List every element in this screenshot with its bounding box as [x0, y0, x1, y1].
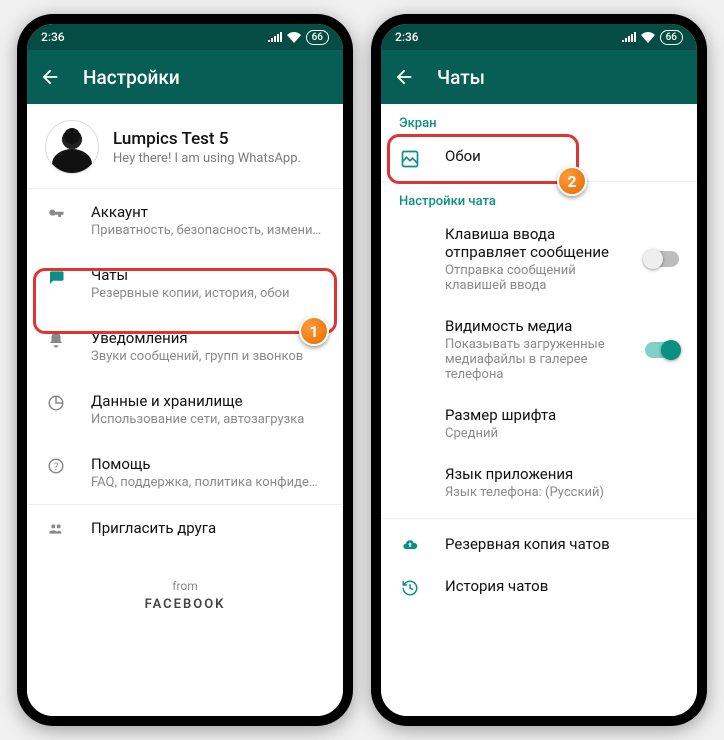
chats-item-backup[interactable]: Резервная копия чатов: [381, 519, 697, 565]
profile-name: Lumpics Test 5: [113, 129, 301, 149]
item-label: Видимость медиа: [445, 317, 621, 335]
switch-media-visibility[interactable]: [645, 342, 679, 358]
chats-item-media-visibility[interactable]: Видимость медиа Показывать загруженные м…: [381, 305, 697, 394]
bell-icon: [45, 329, 67, 349]
item-label: Чаты: [91, 266, 325, 284]
item-label: Помощь: [91, 455, 325, 473]
settings-item-invite[interactable]: Пригласить друга: [27, 505, 343, 551]
chats-item-language[interactable]: Язык приложения Язык телефона: (Русский): [381, 453, 697, 512]
app-bar: Чаты: [381, 50, 697, 104]
screen-right: 2:36 66 Чаты Экран Обои Настройки чата: [381, 24, 697, 716]
item-sub: Приватность, безопасность, изменить номе…: [91, 223, 325, 238]
page-title: Настройки: [83, 66, 180, 89]
settings-item-data[interactable]: Данные и хранилище Использование сети, а…: [27, 378, 343, 441]
chats-settings-content: Экран Обои Настройки чата Клавиша ввода …: [381, 104, 697, 716]
item-label: Обои: [445, 147, 679, 165]
people-icon: [45, 519, 67, 537]
item-label: Размер шрифта: [445, 406, 679, 424]
chats-item-font-size[interactable]: Размер шрифта Средний: [381, 394, 697, 453]
item-label: Резервная копия чатов: [445, 535, 679, 553]
screen-left: 2:36 66 Настройки Lumpics Test 5 Hey the…: [27, 24, 343, 716]
key-icon: [45, 203, 67, 223]
chats-item-enter-send[interactable]: Клавиша ввода отправляет сообщение Отпра…: [381, 213, 697, 305]
item-sub: Звуки сообщений, групп и звонков: [91, 349, 325, 364]
wifi-icon: [641, 32, 655, 43]
item-sub: Резервные копии, история, обои: [91, 286, 325, 301]
settings-item-notifications[interactable]: Уведомления Звуки сообщений, групп и зво…: [27, 315, 343, 378]
item-sub: Язык телефона: (Русский): [445, 485, 679, 500]
footer-from: from: [27, 579, 343, 593]
wifi-icon: [287, 32, 301, 43]
status-bar: 2:36 66: [381, 24, 697, 50]
battery-level: 66: [660, 30, 683, 45]
item-sub: Использование сети, автозагрузка: [91, 412, 325, 427]
item-sub: FAQ, поддержка, политика конфиденциально…: [91, 475, 325, 490]
back-icon[interactable]: [393, 66, 415, 88]
switch-enter-send[interactable]: [645, 251, 679, 267]
settings-item-account[interactable]: Аккаунт Приватность, безопасность, измен…: [27, 189, 343, 252]
status-right: 66: [622, 30, 683, 45]
wallpaper-icon: [399, 147, 421, 169]
signal-icon: [622, 32, 636, 42]
item-label: Уведомления: [91, 329, 325, 347]
history-icon: [399, 577, 421, 597]
item-sub: Средний: [445, 426, 679, 441]
status-time: 2:36: [41, 30, 65, 44]
status-right: 66: [268, 30, 329, 45]
svg-text:?: ?: [54, 462, 59, 473]
data-icon: [45, 392, 67, 412]
status-bar: 2:36 66: [27, 24, 343, 50]
item-label: Пригласить друга: [91, 519, 325, 537]
footer-brand: FACEBOOK: [27, 597, 343, 612]
back-icon[interactable]: [39, 66, 61, 88]
item-label: Данные и хранилище: [91, 392, 325, 410]
page-title: Чаты: [437, 66, 485, 89]
section-screen: Экран: [381, 104, 697, 135]
signal-icon: [268, 32, 282, 42]
item-sub: Отправка сообщений клавишей ввода: [445, 263, 621, 293]
item-label: Аккаунт: [91, 203, 325, 221]
item-label: Язык приложения: [445, 465, 679, 483]
app-bar: Настройки: [27, 50, 343, 104]
item-label: История чатов: [445, 577, 679, 595]
settings-content: Lumpics Test 5 Hey there! I am using Wha…: [27, 104, 343, 716]
settings-item-chats[interactable]: Чаты Резервные копии, история, обои: [27, 252, 343, 315]
status-time: 2:36: [395, 30, 419, 44]
phone-left: 2:36 66 Настройки Lumpics Test 5 Hey the…: [17, 14, 353, 726]
item-sub: Показывать загруженные медиафайлы в гале…: [445, 337, 621, 382]
chat-icon: [45, 266, 67, 286]
section-chat-settings: Настройки чата: [381, 182, 697, 213]
help-icon: ?: [45, 455, 67, 475]
cloud-upload-icon: [399, 535, 421, 553]
profile-row[interactable]: Lumpics Test 5 Hey there! I am using Wha…: [27, 104, 343, 188]
item-label: Клавиша ввода отправляет сообщение: [445, 225, 621, 261]
settings-item-help[interactable]: ? Помощь FAQ, поддержка, политика конфид…: [27, 441, 343, 504]
avatar: [45, 120, 99, 174]
profile-status: Hey there! I am using WhatsApp.: [113, 151, 301, 166]
chats-item-history[interactable]: История чатов: [381, 565, 697, 609]
phone-right: 2:36 66 Чаты Экран Обои Настройки чата: [371, 14, 707, 726]
chats-item-wallpaper[interactable]: Обои: [381, 135, 697, 181]
battery-level: 66: [306, 30, 329, 45]
